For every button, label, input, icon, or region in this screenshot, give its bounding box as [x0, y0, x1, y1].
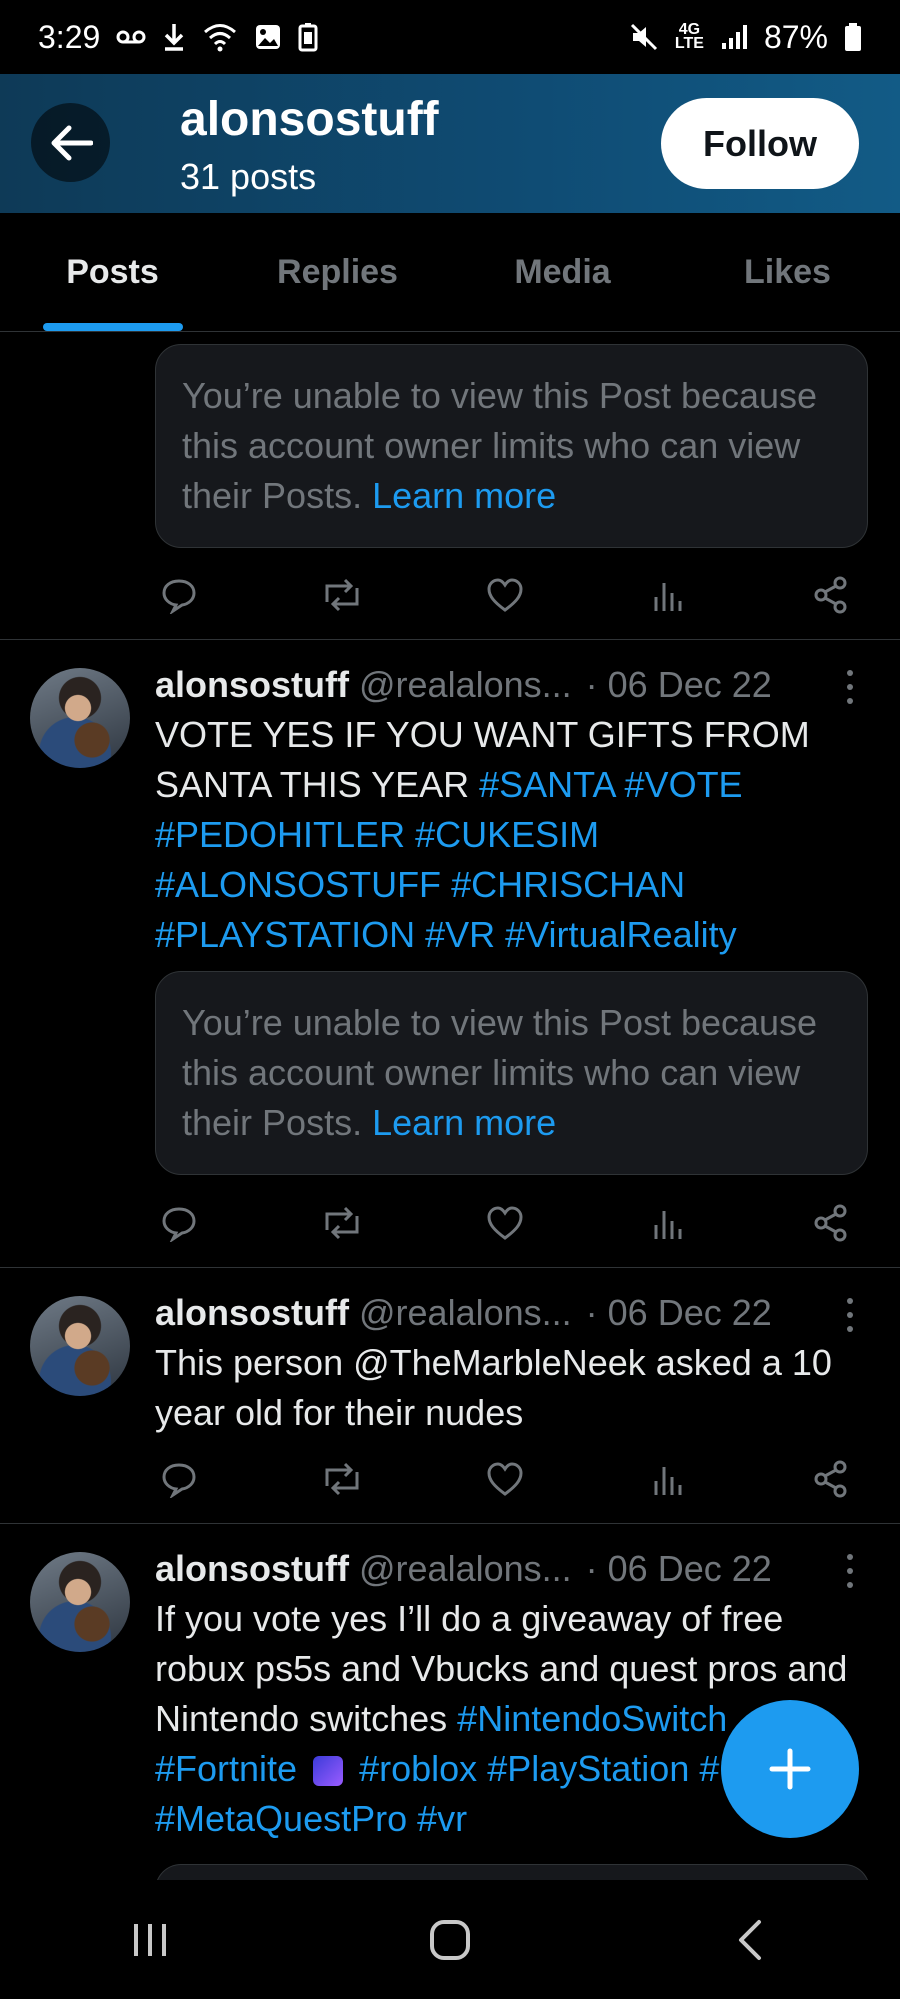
voicemail-icon	[116, 27, 146, 47]
chevron-left-icon	[739, 1919, 761, 1960]
post-date: · 06 Dec 22	[585, 664, 772, 705]
tab-replies[interactable]: Replies	[225, 213, 450, 331]
post-item[interactable]: alonsostuff @realalons... · 06 Dec 22 Th…	[0, 1268, 900, 1524]
hashtag[interactable]: #VOTE	[625, 764, 743, 805]
reply-icon[interactable]	[155, 1455, 203, 1503]
hashtag[interactable]: #roblox	[359, 1748, 477, 1789]
back-nav-button[interactable]	[700, 1900, 800, 1980]
post-actions	[155, 1198, 855, 1248]
mute-icon	[629, 22, 659, 52]
post-feed: You’re unable to view this Post because …	[0, 332, 900, 1924]
hashtag[interactable]: #PLAYSTATION	[155, 914, 415, 955]
arrow-left-icon	[51, 125, 93, 160]
limited-post-notice: You’re unable to view this Post because …	[155, 971, 868, 1175]
post-author[interactable]: alonsostuff	[155, 1292, 349, 1334]
post-item[interactable]: You’re unable to view this Post because …	[0, 332, 900, 640]
status-bar: 3:29 4G LTE 87%	[0, 0, 900, 74]
follow-button[interactable]: Follow	[661, 98, 859, 189]
battery-percent: 87%	[763, 18, 828, 55]
post-header: alonsostuff @realalons... · 06 Dec 22	[155, 1288, 872, 1338]
post-handle: @realalons...	[359, 1548, 572, 1589]
more-options-icon[interactable]	[836, 670, 864, 704]
reply-icon[interactable]	[155, 571, 203, 619]
clock: 3:29	[38, 18, 101, 55]
post-handle: @realalons...	[359, 1292, 572, 1333]
limited-post-notice: You’re unable to view this Post because …	[155, 344, 868, 548]
repost-icon[interactable]	[318, 1455, 366, 1503]
recent-apps-button[interactable]	[100, 1900, 200, 1980]
avatar[interactable]	[30, 1296, 130, 1396]
hashtag[interactable]: #PlayStation	[487, 1748, 689, 1789]
post-actions	[155, 570, 855, 620]
post-count: 31 posts	[180, 156, 317, 197]
avatar[interactable]	[30, 1552, 130, 1652]
views-icon[interactable]	[644, 571, 692, 619]
hashtag[interactable]: #VirtualReality	[505, 914, 736, 955]
home-icon	[430, 1919, 470, 1960]
tab-likes[interactable]: Likes	[675, 213, 900, 331]
hashtag[interactable]: #MetaQuestPro	[155, 1798, 407, 1839]
post-author[interactable]: alonsostuff	[155, 1548, 349, 1590]
profile-name: alonsostuff	[180, 93, 439, 146]
hashtag[interactable]: #CHRISCHAN	[451, 864, 685, 905]
profile-tabs: Posts Replies Media Likes	[0, 213, 900, 332]
post-author[interactable]: alonsostuff	[155, 664, 349, 706]
recent-apps-icon	[134, 1923, 166, 1956]
like-icon[interactable]	[481, 1455, 529, 1503]
wifi-icon	[202, 22, 238, 52]
learn-more-link[interactable]: Learn more	[372, 1102, 556, 1143]
battery-icon	[844, 22, 862, 52]
more-options-icon[interactable]	[836, 1554, 864, 1588]
signal-icon	[720, 23, 748, 51]
post-text: VOTE YES IF YOU WANT GIFTS FROM SANTA TH…	[155, 710, 872, 960]
like-icon[interactable]	[481, 1199, 529, 1247]
tab-posts[interactable]: Posts	[0, 213, 225, 331]
like-icon[interactable]	[481, 571, 529, 619]
post-text: This person @TheMarbleNeek asked a 10 ye…	[155, 1342, 832, 1433]
views-icon[interactable]	[644, 1199, 692, 1247]
hashtag[interactable]: #SANTA	[479, 764, 614, 805]
compose-post-button[interactable]	[721, 1700, 859, 1838]
avatar[interactable]	[30, 668, 130, 768]
4g-lte-icon: 4G LTE	[674, 21, 704, 52]
hashtag[interactable]: #NintendoSwitch	[457, 1698, 727, 1739]
plus-icon	[769, 1748, 811, 1790]
tab-media[interactable]: Media	[450, 213, 675, 331]
reply-icon[interactable]	[155, 1199, 203, 1247]
learn-more-link[interactable]: Learn more	[372, 475, 556, 516]
hashtag[interactable]: #VR	[425, 914, 495, 955]
share-icon[interactable]	[807, 1199, 855, 1247]
post-item[interactable]: alonsostuff @realalons... · 06 Dec 22 VO…	[0, 640, 900, 1268]
hashtag[interactable]: #CUKESIM	[415, 814, 599, 855]
image-icon	[254, 23, 282, 51]
back-button[interactable]	[31, 103, 110, 182]
post-date: · 06 Dec 22	[585, 1292, 772, 1333]
more-options-icon[interactable]	[836, 1298, 864, 1332]
post-date: · 06 Dec 22	[585, 1548, 772, 1589]
fortnite-emoji-icon	[313, 1756, 344, 1787]
post-handle: @realalons...	[359, 664, 572, 705]
post-header: alonsostuff @realalons... · 06 Dec 22	[155, 660, 872, 710]
hashtag[interactable]: #Fortnite	[155, 1748, 297, 1789]
share-icon[interactable]	[807, 1455, 855, 1503]
repost-icon[interactable]	[318, 571, 366, 619]
profile-header: alonsostuff 31 posts Follow	[0, 74, 900, 213]
download-icon	[162, 22, 186, 52]
hashtag[interactable]: #PEDOHITLER	[155, 814, 405, 855]
repost-icon[interactable]	[318, 1199, 366, 1247]
views-icon[interactable]	[644, 1455, 692, 1503]
hashtag[interactable]: #vr	[417, 1798, 467, 1839]
share-icon[interactable]	[807, 571, 855, 619]
home-button[interactable]	[400, 1900, 500, 1980]
post-actions	[155, 1454, 855, 1504]
battery-saver-icon	[298, 22, 318, 52]
post-header: alonsostuff @realalons... · 06 Dec 22	[155, 1544, 872, 1594]
hashtag[interactable]: #ALONSOSTUFF	[155, 864, 441, 905]
system-nav-bar	[0, 1880, 900, 1999]
